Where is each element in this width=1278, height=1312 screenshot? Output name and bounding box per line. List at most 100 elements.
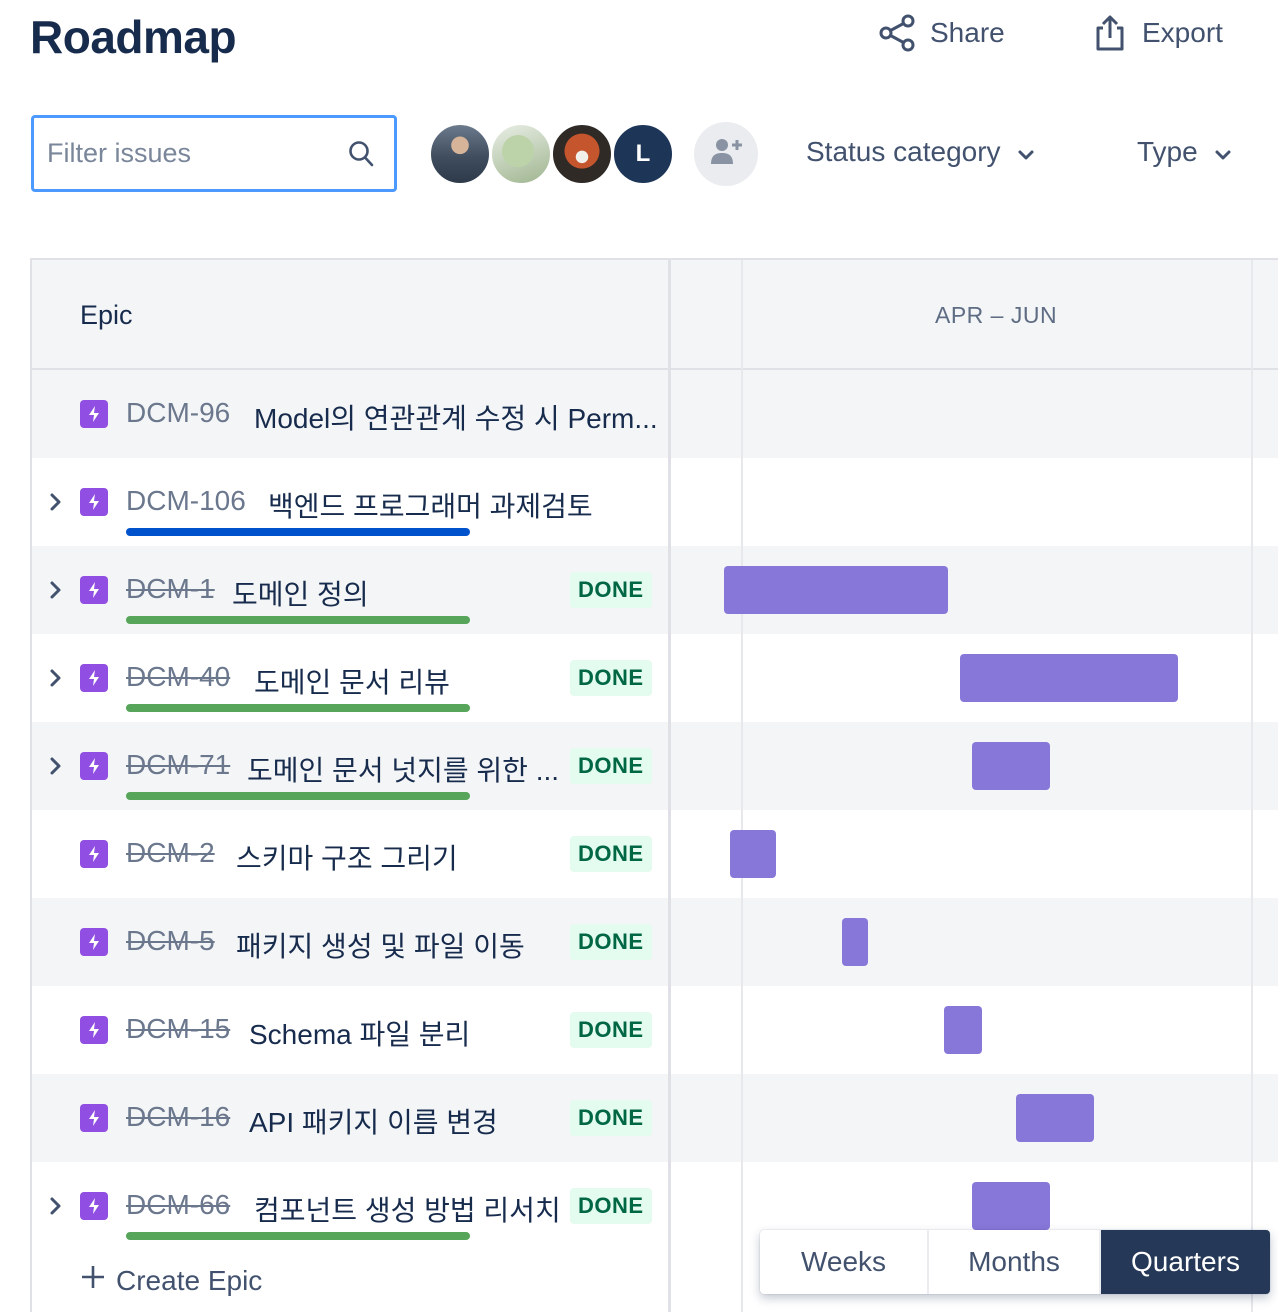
timeline-bar[interactable] bbox=[972, 1182, 1050, 1230]
export-button[interactable]: Export bbox=[1092, 14, 1223, 52]
timeline-bar[interactable] bbox=[972, 742, 1050, 790]
type-label: Type bbox=[1137, 136, 1198, 167]
timeline-bar[interactable] bbox=[724, 566, 948, 614]
issue-title[interactable]: 도메인 문서 리뷰 bbox=[254, 661, 450, 701]
epic-row[interactable]: DCM-106 백엔드 프로그래머 과제검토 bbox=[32, 458, 1278, 546]
issue-title[interactable]: API 패키지 이름 변경 bbox=[249, 1101, 498, 1141]
epic-icon bbox=[80, 400, 108, 428]
timeline-bar[interactable] bbox=[1016, 1094, 1094, 1142]
issue-title[interactable]: 도메인 정의 bbox=[232, 573, 369, 613]
status-badge: DONE bbox=[570, 836, 652, 872]
issue-key[interactable]: DCM-66 bbox=[126, 1189, 230, 1221]
epic-icon bbox=[80, 488, 108, 516]
export-icon bbox=[1092, 14, 1128, 52]
epic-row-info: DCM-2 스키마 구조 그리기 DONE bbox=[32, 810, 668, 898]
search-icon bbox=[348, 140, 374, 173]
issue-title[interactable]: 컴포넌트 생성 방법 리서치 bbox=[254, 1189, 561, 1229]
progress-bar bbox=[126, 704, 470, 712]
epic-row[interactable]: DCM-96 Model의 연관관계 수정 시 Perm... bbox=[32, 370, 1278, 458]
epic-row[interactable]: DCM-5 패키지 생성 및 파일 이동 DONE bbox=[32, 898, 1278, 986]
issue-key[interactable]: DCM-15 bbox=[126, 1013, 230, 1045]
timeline-bar[interactable] bbox=[842, 918, 868, 966]
status-badge: DONE bbox=[570, 1100, 652, 1136]
epic-row[interactable]: DCM-1 도메인 정의 DONE bbox=[32, 546, 1278, 634]
epic-icon bbox=[80, 752, 108, 780]
status-category-dropdown[interactable]: Status category bbox=[806, 136, 1035, 168]
epic-icon bbox=[80, 1104, 108, 1132]
issue-title[interactable]: 패키지 생성 및 파일 이동 bbox=[236, 925, 525, 965]
progress-bar bbox=[126, 528, 470, 536]
epic-row[interactable]: DCM-16 API 패키지 이름 변경 DONE bbox=[32, 1074, 1278, 1162]
avatar[interactable] bbox=[428, 122, 492, 186]
issue-key[interactable]: DCM-40 bbox=[126, 661, 230, 693]
share-button[interactable]: Share bbox=[878, 14, 1005, 52]
chevron-right-icon[interactable] bbox=[46, 664, 66, 692]
issue-title[interactable]: 스키마 구조 그리기 bbox=[236, 837, 458, 877]
create-epic-label: Create Epic bbox=[116, 1264, 263, 1296]
epic-row-info: DCM-40 도메인 문서 리뷰 DONE bbox=[32, 634, 668, 722]
issue-title[interactable]: 백엔드 프로그래머 과제검토 bbox=[268, 485, 593, 525]
share-icon bbox=[878, 14, 916, 52]
issue-key[interactable]: DCM-16 bbox=[126, 1101, 230, 1133]
issue-key[interactable]: DCM-1 bbox=[126, 573, 215, 605]
add-people-button[interactable] bbox=[694, 122, 758, 186]
chevron-right-icon[interactable] bbox=[46, 488, 66, 516]
progress-bar bbox=[126, 1232, 470, 1240]
issue-key[interactable]: DCM-71 bbox=[126, 749, 230, 781]
progress-bar bbox=[126, 792, 470, 800]
create-epic-button[interactable]: Create Epic bbox=[80, 1264, 262, 1297]
epic-icon bbox=[80, 1016, 108, 1044]
timeline-view-switch: Weeks Months Quarters bbox=[760, 1230, 1270, 1294]
epic-row[interactable]: DCM-40 도메인 문서 리뷰 DONE bbox=[32, 634, 1278, 722]
status-category-label: Status category bbox=[806, 136, 1001, 167]
view-months-button[interactable]: Months bbox=[929, 1230, 1101, 1294]
filter-issues-box[interactable] bbox=[31, 115, 397, 192]
chevron-right-icon[interactable] bbox=[46, 1192, 66, 1220]
timeline-bar[interactable] bbox=[730, 830, 776, 878]
filter-issues-input[interactable] bbox=[47, 118, 337, 189]
issue-title[interactable]: Schema 파일 분리 bbox=[249, 1013, 470, 1053]
epic-icon bbox=[80, 928, 108, 956]
epic-row-info: DCM-15 Schema 파일 분리 DONE bbox=[32, 986, 668, 1074]
avatar[interactable]: L bbox=[611, 122, 675, 186]
epic-icon bbox=[80, 840, 108, 868]
view-quarters-button[interactable]: Quarters bbox=[1101, 1230, 1270, 1294]
timeline-bar[interactable] bbox=[960, 654, 1178, 702]
timeline-bar[interactable] bbox=[944, 1006, 982, 1054]
issue-key[interactable]: DCM-106 bbox=[126, 485, 246, 517]
type-dropdown[interactable]: Type bbox=[1137, 136, 1232, 168]
column-divider[interactable] bbox=[668, 260, 671, 1312]
epic-row[interactable]: DCM-71 도메인 문서 넛지를 위한 ... DONE bbox=[32, 722, 1278, 810]
avatar[interactable] bbox=[489, 122, 553, 186]
add-person-icon bbox=[708, 134, 744, 175]
issue-key[interactable]: DCM-96 bbox=[126, 397, 230, 429]
status-badge: DONE bbox=[570, 924, 652, 960]
progress-bar bbox=[126, 616, 470, 624]
epic-row[interactable]: DCM-2 스키마 구조 그리기 DONE bbox=[32, 810, 1278, 898]
epic-row-info: DCM-5 패키지 생성 및 파일 이동 DONE bbox=[32, 898, 668, 986]
page-title: Roadmap bbox=[30, 11, 237, 63]
status-badge: DONE bbox=[570, 1012, 652, 1048]
status-badge: DONE bbox=[570, 1188, 652, 1224]
issue-key[interactable]: DCM-2 bbox=[126, 837, 215, 869]
quarter-header: APR – JUN bbox=[935, 302, 1058, 328]
status-badge: DONE bbox=[570, 748, 652, 784]
chevron-down-icon bbox=[1214, 136, 1232, 168]
epic-row[interactable]: DCM-15 Schema 파일 분리 DONE bbox=[32, 986, 1278, 1074]
grid-header: Epic APR – JUN bbox=[32, 260, 1278, 370]
chevron-right-icon[interactable] bbox=[46, 752, 66, 780]
avatar[interactable] bbox=[550, 122, 614, 186]
timeline-gridline bbox=[1251, 260, 1253, 1312]
chevron-down-icon bbox=[1017, 136, 1035, 168]
issue-title[interactable]: Model의 연관관계 수정 시 Perm... bbox=[254, 397, 658, 437]
epic-row-info: DCM-16 API 패키지 이름 변경 DONE bbox=[32, 1074, 668, 1162]
epic-row-info: DCM-66 컴포넌트 생성 방법 리서치 DONE bbox=[32, 1162, 668, 1250]
epic-row-info: DCM-96 Model의 연관관계 수정 시 Perm... bbox=[32, 370, 668, 458]
chevron-right-icon[interactable] bbox=[46, 576, 66, 604]
view-weeks-button[interactable]: Weeks bbox=[760, 1230, 929, 1294]
issue-title[interactable]: 도메인 문서 넛지를 위한 ... bbox=[247, 749, 559, 789]
issue-key[interactable]: DCM-5 bbox=[126, 925, 215, 957]
timeline-gridline bbox=[741, 260, 743, 1312]
roadmap-grid: Epic APR – JUN DCM-96 Model의 연관관계 수정 시 Pe… bbox=[30, 258, 1278, 1312]
epic-icon bbox=[80, 1192, 108, 1220]
